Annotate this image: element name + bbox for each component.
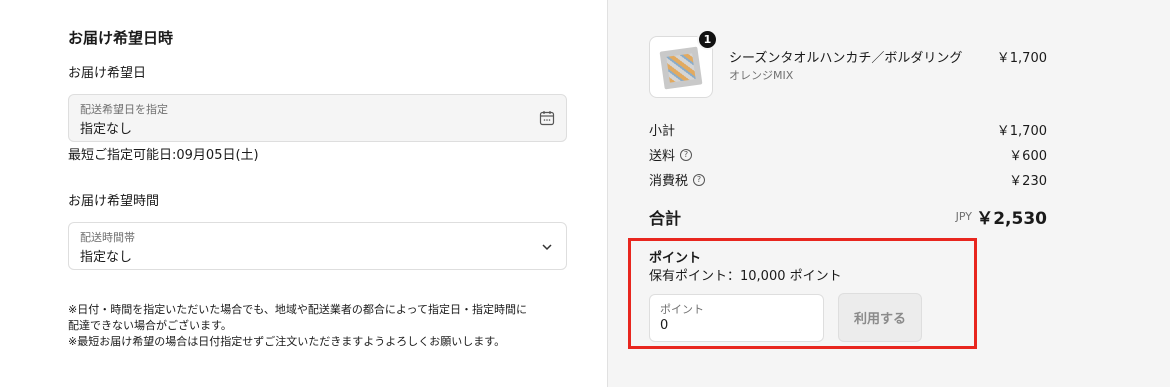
delivery-time-select-label: 配送時間帯: [80, 231, 135, 244]
total-label: 合計: [649, 209, 682, 228]
delivery-date-field-value: 指定なし: [80, 122, 133, 137]
delivery-date-label: お届け希望日: [68, 66, 147, 81]
shipping-value: ￥600: [1009, 149, 1047, 164]
delivery-date-field[interactable]: 配送希望日を指定 指定なし: [68, 94, 567, 142]
chevron-down-icon: [542, 244, 552, 251]
delivery-section-title: お届け希望日時: [68, 29, 174, 47]
points-input-value[interactable]: 0: [660, 318, 668, 333]
delivery-time-select[interactable]: 配送時間帯 指定なし: [68, 222, 567, 270]
shipping-help-icon[interactable]: ?: [680, 148, 693, 161]
points-input[interactable]: ポイント 0: [649, 294, 824, 342]
earliest-date-hint: 最短ご指定可能日:09月05日(土): [68, 148, 259, 163]
calendar-icon[interactable]: [538, 109, 556, 127]
subtotal-label-text: 小計: [649, 124, 676, 139]
delivery-time-label: お届け希望時間: [68, 194, 160, 209]
product-price: ￥1,700: [996, 51, 1047, 66]
shipping-label: 送料 ?: [649, 145, 693, 164]
tax-label-text: 消費税: [649, 174, 689, 189]
tax-help-icon[interactable]: ?: [693, 173, 706, 186]
delivery-time-select-value: 指定なし: [80, 250, 133, 265]
delivery-notes: ※日付・時間を指定いただいた場合でも、地域や配送業者の都合によって指定日・指定時…: [68, 302, 578, 350]
use-points-button[interactable]: 利用する: [838, 293, 922, 342]
shipping-label-text: 送料: [649, 149, 676, 164]
total-currency: JPY: [955, 210, 972, 223]
points-input-label: ポイント: [660, 303, 704, 316]
product-variant: オレンジMIX: [729, 69, 794, 82]
tax-value: ￥230: [1009, 174, 1047, 189]
subtotal-label: 小計: [649, 120, 675, 139]
subtotal-value: ￥1,700: [996, 124, 1047, 139]
product-name: シーズンタオルハンカチ／ボルダリング: [729, 51, 963, 66]
delivery-note-line: 配達できない場合がございます。: [68, 319, 232, 332]
quantity-badge: 1: [697, 29, 718, 50]
delivery-date-field-label: 配送希望日を指定: [80, 103, 168, 116]
points-owned: 保有ポイント：10,000 ポイント: [649, 269, 842, 284]
tax-label: 消費税 ?: [649, 170, 706, 189]
total-value: ￥2,530: [976, 209, 1047, 229]
delivery-note-line: ※日付・時間を指定いただいた場合でも、地域や配送業者の都合によって指定日・指定時…: [68, 303, 528, 316]
delivery-note-line: ※最短お届け希望の場合は日付指定せずご注文いただきますようよろしくお願いします。: [68, 335, 506, 348]
points-title: ポイント: [649, 251, 702, 266]
product-image: [659, 46, 703, 90]
